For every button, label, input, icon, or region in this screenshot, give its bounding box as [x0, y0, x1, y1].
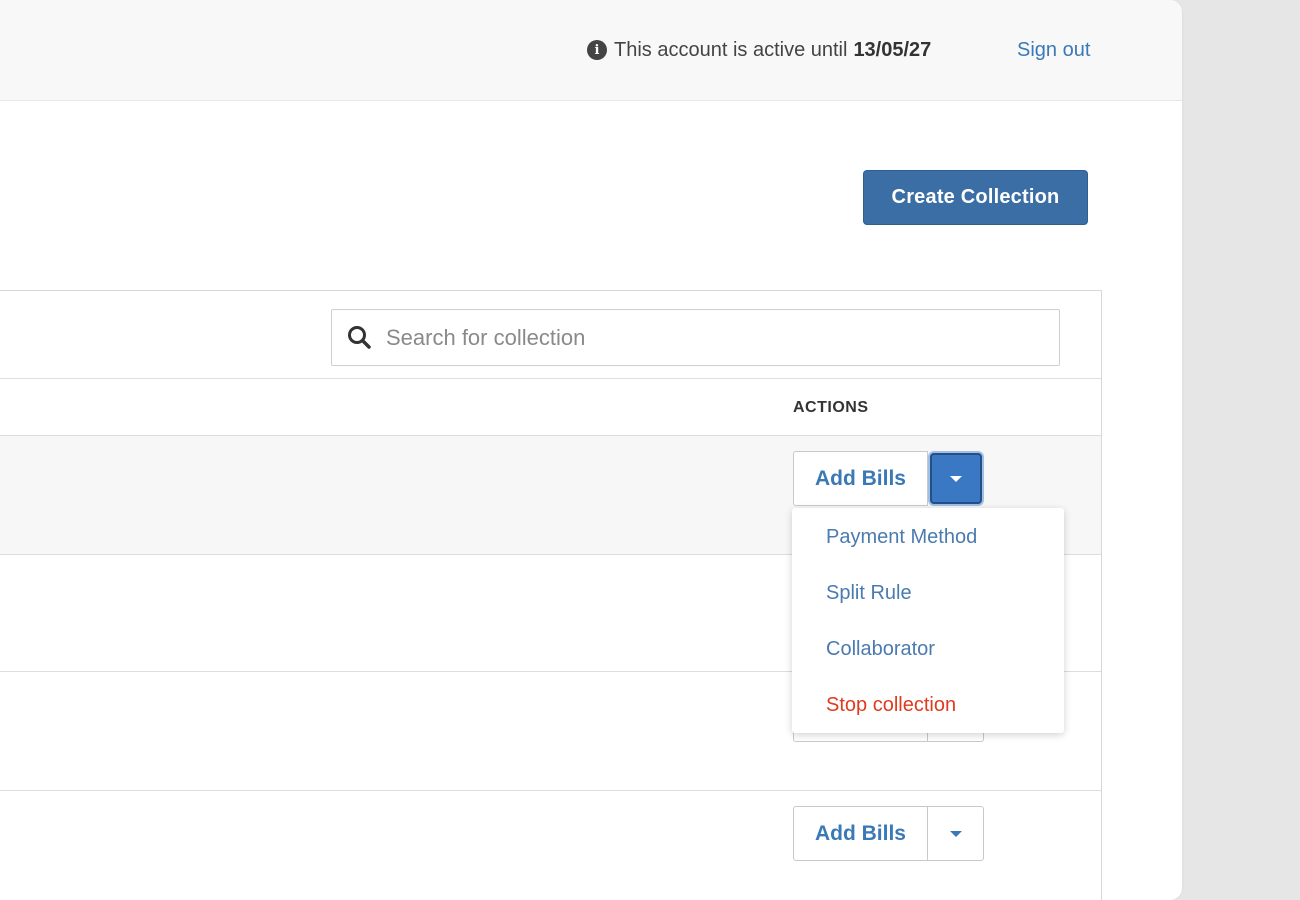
- actions-dropdown-toggle[interactable]: [928, 806, 984, 861]
- menu-item-payment-method[interactable]: Payment Method: [792, 516, 1064, 572]
- account-status: i This account is active until 13/05/27: [587, 37, 931, 63]
- table-header-row: ACTIONS: [0, 379, 1101, 436]
- sign-out-link[interactable]: Sign out: [1017, 37, 1090, 63]
- add-bills-button[interactable]: Add Bills: [793, 806, 928, 861]
- menu-item-collaborator[interactable]: Collaborator: [792, 628, 1064, 684]
- row-actions: Add Bills: [793, 806, 984, 861]
- row-actions: Add Bills: [793, 451, 982, 506]
- search-input[interactable]: [386, 310, 1059, 365]
- add-bills-button[interactable]: Add Bills: [793, 451, 928, 506]
- search-row: [0, 291, 1101, 379]
- actions-column-header: ACTIONS: [793, 399, 869, 416]
- actions-dropdown-toggle[interactable]: [930, 453, 982, 504]
- create-collection-button[interactable]: Create Collection: [863, 170, 1088, 225]
- app-window: i This account is active until 13/05/27 …: [0, 0, 1182, 900]
- account-status-text: This account is active until: [614, 38, 848, 61]
- account-active-date: 13/05/27: [853, 38, 932, 61]
- info-icon: i: [587, 40, 607, 60]
- menu-item-split-rule[interactable]: Split Rule: [792, 572, 1064, 628]
- actions-dropdown-menu: Payment Method Split Rule Collaborator S…: [792, 508, 1064, 733]
- search-box[interactable]: [331, 309, 1060, 366]
- menu-item-stop-collection[interactable]: Stop collection: [792, 684, 1064, 740]
- top-bar: i This account is active until 13/05/27 …: [0, 0, 1182, 101]
- caret-down-icon: [949, 830, 962, 837]
- table-row: Add Bills: [0, 791, 1101, 900]
- caret-down-icon: [950, 475, 962, 482]
- search-icon: [348, 325, 371, 349]
